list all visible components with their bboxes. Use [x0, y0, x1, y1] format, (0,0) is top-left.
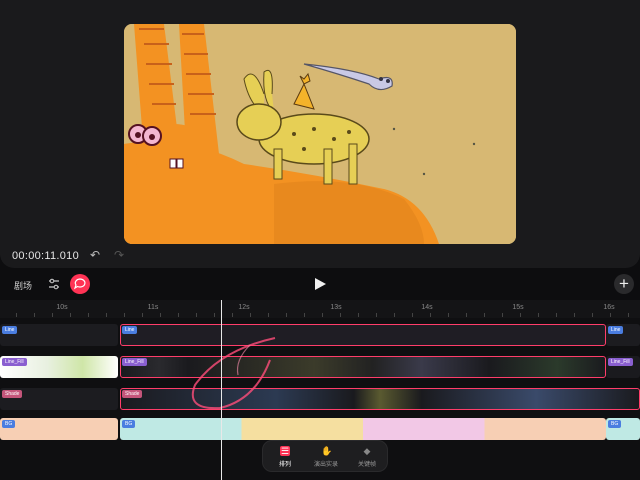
clip-tag: Line — [122, 326, 138, 334]
preview-area: 00:00:11.010 ↶ ↷ — [0, 0, 640, 268]
ruler-tick — [628, 313, 629, 317]
ruler-tick — [538, 313, 539, 317]
ruler-label: 16s — [603, 304, 615, 311]
ruler-label: 15s — [512, 304, 524, 311]
ruler-tick — [124, 313, 125, 317]
clip-tag: Line — [2, 326, 18, 334]
menu-item-label: 排列 — [278, 462, 291, 468]
playhead[interactable] — [221, 300, 222, 480]
bottom-mode-menu: ☰ 排列 ✋ 演出实录 ◆ 关键帧 — [262, 440, 388, 472]
ruler-tick — [106, 313, 107, 317]
track-line-fill: Line_Fill Line_Fill Line_Fill — [0, 356, 640, 378]
ruler-tick — [502, 313, 503, 317]
ruler-tick — [592, 313, 593, 317]
ruler-tick — [70, 313, 71, 317]
ruler-tick — [430, 313, 431, 317]
clip[interactable]: Line — [606, 324, 640, 346]
arrange-icon: ☰ — [280, 446, 290, 456]
clip[interactable]: Shade — [0, 388, 118, 410]
ruler-tick — [142, 313, 143, 317]
track-shade: Shade Shade — [0, 388, 640, 410]
track-line: Line Line Line — [0, 324, 640, 346]
comment-icon — [73, 278, 86, 290]
ruler-tick — [304, 313, 305, 317]
clip[interactable]: BG — [120, 418, 606, 440]
ruler-tick — [268, 313, 269, 317]
add-button[interactable]: + — [614, 274, 634, 294]
timeline-toolbar: 剧场 + — [0, 270, 640, 300]
ruler-label: 10s — [56, 304, 68, 311]
clip[interactable]: Line_Fill — [0, 356, 118, 378]
ruler-tick — [358, 313, 359, 317]
menu-item-label: 演出实录 — [313, 462, 338, 468]
keyframe-icon: ◆ — [363, 446, 371, 456]
ruler-tick — [196, 313, 197, 317]
ruler-tick — [178, 313, 179, 317]
clip-tag: Line — [608, 326, 624, 334]
clip[interactable]: BG — [606, 418, 640, 440]
track-bg: BG BG BG — [0, 418, 640, 440]
ruler-label: 13s — [330, 304, 342, 311]
gesture-scribble-icon — [191, 337, 276, 410]
ruler-label: 14s — [421, 304, 433, 311]
ruler-tick — [88, 313, 89, 317]
ruler-tick — [412, 313, 413, 317]
clip-tag: Shade — [2, 390, 23, 398]
clip[interactable]: Line — [0, 324, 118, 346]
ruler-tick — [232, 313, 233, 317]
ruler-tick — [322, 313, 323, 317]
hand-icon: ✋ — [321, 446, 333, 456]
ruler-tick — [16, 313, 17, 317]
preview-canvas[interactable] — [124, 24, 516, 244]
ruler-tick — [160, 313, 161, 317]
clip[interactable]: BG — [0, 418, 118, 440]
ruler-tick — [340, 313, 341, 317]
ruler-tick — [52, 313, 53, 317]
ruler-tick — [484, 313, 485, 317]
clip-tag: Shade — [122, 390, 143, 398]
menu-item-arrange[interactable]: ☰ 排列 — [267, 446, 303, 468]
timecode: 00:00:11.010 — [12, 250, 80, 262]
menu-item-keyframe[interactable]: ◆ 关键帧 — [349, 446, 385, 468]
redo-icon[interactable]: ↷ — [112, 248, 126, 262]
comment-button[interactable] — [70, 274, 90, 294]
clip-tag: Line_Fill — [608, 358, 633, 366]
adjust-icon[interactable] — [46, 276, 62, 292]
clip-tag: BG — [122, 420, 136, 428]
clip-tag: BG — [2, 420, 16, 428]
ruler-tick — [394, 313, 395, 317]
menu-item-performance[interactable]: ✋ 演出实录 — [308, 446, 344, 468]
ruler-tick — [250, 313, 251, 317]
ruler-tick — [466, 313, 467, 317]
scene-button[interactable]: 剧场 — [14, 279, 32, 292]
undo-icon[interactable]: ↶ — [88, 248, 102, 262]
ruler-label: 12s — [238, 304, 250, 311]
animation-editor: 00:00:11.010 ↶ ↷ 剧场 + 10s 11s 12s 13s 14… — [0, 0, 640, 480]
ruler-tick — [556, 313, 557, 317]
time-ruler[interactable]: 10s 11s 12s 13s 14s 15s 16s — [0, 300, 640, 318]
menu-item-label: 关键帧 — [357, 462, 376, 468]
ruler-label: 11s — [147, 304, 159, 311]
clip-tag: Line_Fill — [122, 358, 147, 366]
clip-tag: BG — [608, 420, 622, 428]
ruler-tick — [214, 313, 215, 317]
clip-tag: Line_Fill — [2, 358, 27, 366]
clip[interactable]: Line_Fill — [606, 356, 640, 378]
ruler-tick — [286, 313, 287, 317]
play-icon — [315, 278, 326, 290]
ruler-tick — [376, 313, 377, 317]
ruler-tick — [520, 313, 521, 317]
play-button[interactable] — [312, 276, 328, 292]
ruler-tick — [34, 313, 35, 317]
preview-illustration — [124, 24, 516, 244]
ruler-tick — [574, 313, 575, 317]
ruler-tick — [610, 313, 611, 317]
ruler-tick — [448, 313, 449, 317]
